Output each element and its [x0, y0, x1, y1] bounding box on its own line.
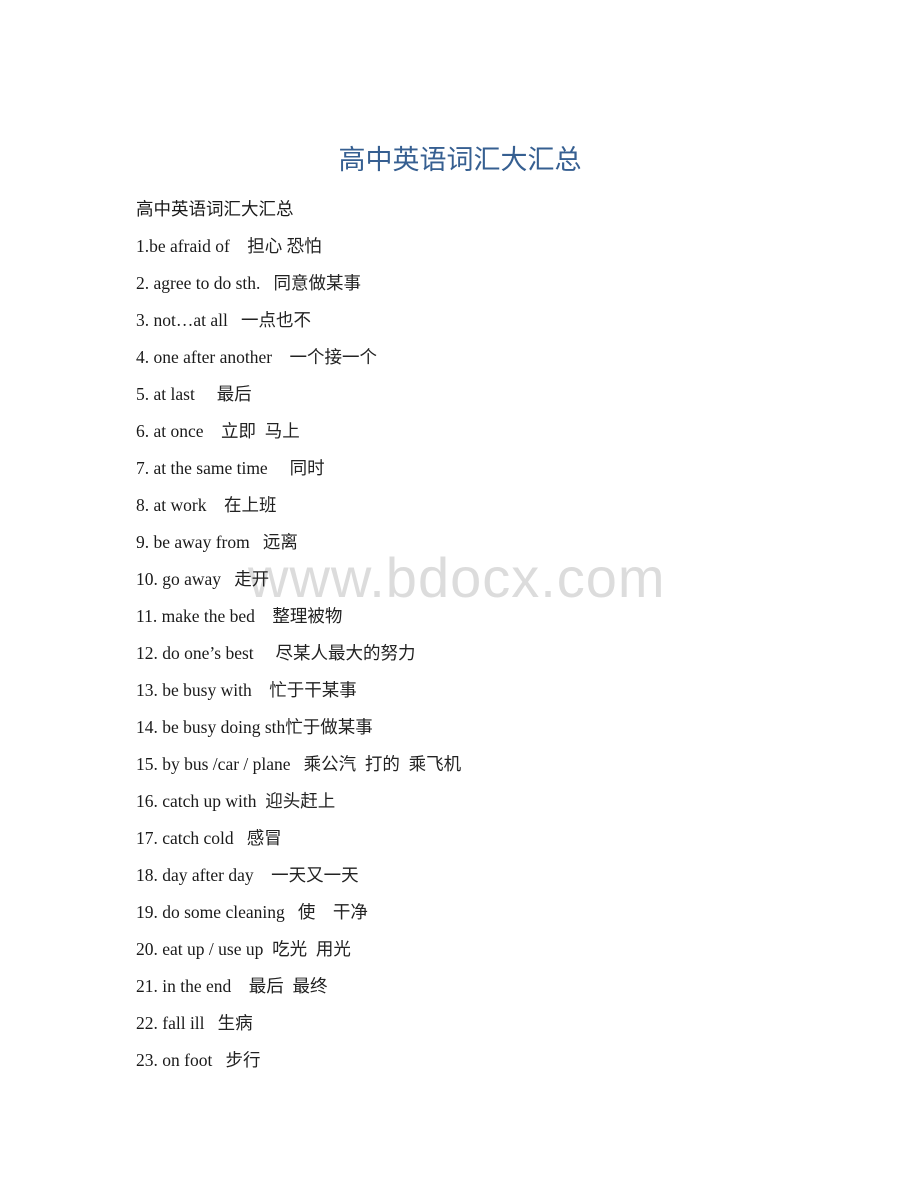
- vocab-entry: 8. at work 在上班: [136, 492, 461, 529]
- vocab-entry: 13. be busy with 忙于干某事: [136, 677, 461, 714]
- entry-chinese: 尽某人最大的努力: [275, 643, 416, 663]
- entry-english: 16. catch up with: [136, 791, 266, 811]
- vocab-entry: 21. in the end 最后 最终: [136, 973, 461, 1010]
- entry-chinese: 一天又一天: [271, 865, 359, 885]
- entry-english: 8. at work: [136, 495, 224, 515]
- vocab-entry: 1.be afraid of 担心 恐怕: [136, 233, 461, 270]
- entry-english: 3. not…at all: [136, 310, 241, 330]
- entry-chinese: 整理被物: [272, 606, 343, 626]
- entry-english: 14. be busy doing sth: [136, 717, 286, 737]
- entry-english: 17. catch cold: [136, 828, 247, 848]
- vocab-entry: 9. be away from 远离: [136, 529, 461, 566]
- vocab-entry: 20. eat up / use up 吃光 用光: [136, 936, 461, 973]
- entry-chinese: 生病: [217, 1013, 253, 1033]
- vocab-entry: 5. at last 最后: [136, 381, 461, 418]
- vocab-entry: 3. not…at all 一点也不: [136, 307, 461, 344]
- vocabulary-list: 高中英语词汇大汇总 1.be afraid of 担心 恐怕 2. agree t…: [136, 196, 461, 1084]
- vocab-entry: 12. do one’s best 尽某人最大的努力: [136, 640, 461, 677]
- entry-english: 18. day after day: [136, 865, 272, 885]
- entry-chinese: 同意做某事: [273, 273, 362, 293]
- entry-chinese: 远离: [262, 532, 298, 552]
- vocab-entry: 2. agree to do sth. 同意做某事: [136, 270, 461, 307]
- vocab-entry: 23. on foot 步行: [136, 1047, 461, 1084]
- vocab-entry: 16. catch up with 迎头赶上: [136, 788, 461, 825]
- document-title: 高中英语词汇大汇总: [338, 145, 582, 175]
- entry-english: 11. make the bed: [136, 606, 273, 626]
- entry-chinese: 吃光 用光: [272, 939, 351, 959]
- vocab-entry: 10. go away 走开: [136, 566, 461, 603]
- entry-english: 12. do one’s best: [136, 643, 276, 663]
- entry-english: 10. go away: [136, 569, 235, 589]
- entry-chinese: 最后: [216, 384, 252, 404]
- entry-chinese: 同时: [289, 458, 325, 478]
- entry-chinese: 立即 马上: [221, 421, 300, 441]
- entry-english: 20. eat up / use up: [136, 939, 273, 959]
- entry-english: 4. one after another: [136, 347, 290, 367]
- entry-english: 21. in the end: [136, 976, 249, 996]
- entry-chinese: 最后 最终: [248, 976, 328, 996]
- vocab-entry: 14. be busy doing sth忙于做某事: [136, 714, 461, 751]
- vocab-entry: 11. make the bed 整理被物: [136, 603, 461, 640]
- vocab-entry: 17. catch cold 感冒: [136, 825, 461, 862]
- entry-english: 1.be afraid of: [136, 236, 248, 256]
- document-subtitle: 高中英语词汇大汇总: [136, 199, 294, 219]
- entry-chinese: 步行: [225, 1050, 261, 1070]
- entry-english: 9. be away from: [136, 532, 263, 552]
- vocab-entry: 19. do some cleaning 使 干净: [136, 899, 461, 936]
- entry-chinese: 一点也不: [240, 310, 311, 330]
- entry-chinese: 在上班: [223, 495, 277, 515]
- entry-chinese: 一个接一个: [289, 347, 378, 367]
- entry-english: 5. at last: [136, 384, 217, 404]
- entry-english: 13. be busy with: [136, 680, 270, 700]
- entry-english: 22. fall ill: [136, 1013, 218, 1033]
- entry-chinese: 走开: [234, 569, 270, 589]
- vocab-entry: 6. at once 立即 马上: [136, 418, 461, 455]
- entry-chinese: 乘公汽 打的 乘飞机: [303, 754, 462, 774]
- entry-chinese: 担心 恐怕: [247, 236, 322, 256]
- entry-english: 15. by bus /car / plane: [136, 754, 304, 774]
- vocab-entry: 7. at the same time 同时: [136, 455, 461, 492]
- entry-chinese: 迎头赶上: [265, 791, 336, 811]
- entry-english: 7. at the same time: [136, 458, 290, 478]
- vocab-entry: 18. day after day 一天又一天: [136, 862, 461, 899]
- entry-english: 23. on foot: [136, 1050, 226, 1070]
- vocab-entry: 4. one after another 一个接一个: [136, 344, 461, 381]
- entry-chinese: 使 干净: [297, 902, 368, 922]
- entry-chinese: 感冒: [246, 828, 282, 848]
- entry-english: 19. do some cleaning: [136, 902, 298, 922]
- entry-chinese: 忙于做某事: [285, 717, 373, 737]
- vocab-entry: 22. fall ill 生病: [136, 1010, 461, 1047]
- vocab-entry: 15. by bus /car / plane 乘公汽 打的 乘飞机: [136, 751, 461, 788]
- entries-container: 1.be afraid of 担心 恐怕 2. agree to do sth. …: [136, 233, 461, 1084]
- entry-chinese: 忙于干某事: [269, 680, 357, 700]
- entry-english: 6. at once: [136, 421, 222, 441]
- entry-english: 2. agree to do sth.: [136, 273, 274, 293]
